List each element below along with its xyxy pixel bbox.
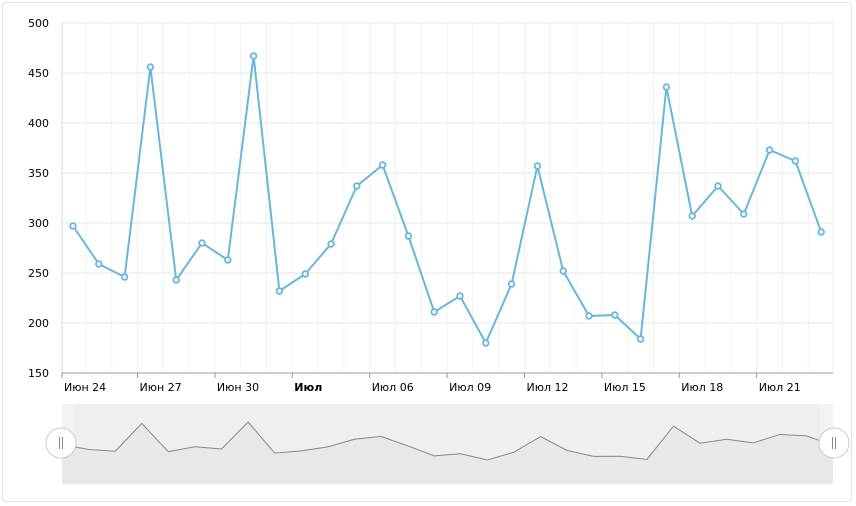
scroll-handle-circle[interactable] <box>818 427 850 459</box>
x-tick-label: Июл 09 <box>449 381 491 394</box>
data-point[interactable] <box>301 270 309 278</box>
x-tick-label: Июл 21 <box>759 381 801 394</box>
grid <box>62 22 834 374</box>
y-tick-label: 150 <box>28 367 49 380</box>
x-tick-label: Июл 06 <box>372 381 414 394</box>
y-tick-label: 450 <box>28 67 49 80</box>
data-point[interactable] <box>662 83 671 91</box>
data-point[interactable] <box>430 308 438 316</box>
data-point[interactable] <box>765 146 774 154</box>
x-tick-label: Июл 18 <box>681 381 723 394</box>
data-point[interactable] <box>482 339 490 347</box>
x-tick-label: Июн 24 <box>64 381 106 394</box>
data-point[interactable] <box>456 292 464 300</box>
data-point[interactable] <box>69 222 77 230</box>
y-axis: 150 200 250 300 350 400 450 500 <box>28 17 63 380</box>
data-point[interactable] <box>714 182 722 190</box>
data-point[interactable] <box>224 256 232 264</box>
data-point[interactable] <box>636 335 645 343</box>
x-tick-label: Июл <box>294 381 322 394</box>
data-point[interactable] <box>791 157 800 165</box>
y-tick-label: 300 <box>28 217 49 230</box>
scroll-handle-left[interactable] <box>45 427 77 459</box>
scroll-handle-right[interactable] <box>818 427 850 459</box>
data-point[interactable] <box>507 280 516 288</box>
y-tick-label: 400 <box>28 117 49 130</box>
line-chart: 150200250300350400450500 Июн 24 Июн 27 Июн… <box>28 17 850 484</box>
data-point[interactable] <box>533 162 542 170</box>
x-tick-label: Июл 12 <box>527 381 569 394</box>
data-point[interactable] <box>146 63 155 71</box>
data-point[interactable] <box>327 240 335 248</box>
data-point[interactable] <box>404 232 413 240</box>
y-tick-label: 500 <box>28 17 49 30</box>
data-point[interactable] <box>585 312 593 320</box>
x-tick-label: Июн 27 <box>140 381 182 394</box>
data-point[interactable] <box>817 228 825 236</box>
data-point[interactable] <box>120 273 129 281</box>
data-point[interactable] <box>559 267 567 275</box>
y-tick-label: 200 <box>28 317 49 330</box>
data-point[interactable] <box>249 52 258 60</box>
data-point[interactable] <box>688 212 696 220</box>
data-point[interactable] <box>95 260 103 268</box>
data-point[interactable] <box>275 287 284 295</box>
y-tick-label: 350 <box>28 167 49 180</box>
x-axis: Июн 24 Июн 27 Июн 30 Июл Июл 06 Июл 09 Июл 12 И… <box>61 372 833 394</box>
data-point[interactable] <box>740 210 748 218</box>
x-tick-label: Июл 15 <box>604 381 646 394</box>
data-point[interactable] <box>378 161 387 169</box>
data-point[interactable] <box>611 311 619 319</box>
y-tick-label: 250 <box>28 267 49 280</box>
data-point[interactable] <box>172 276 180 284</box>
scrollbar[interactable] <box>45 404 850 484</box>
scroll-handle-circle[interactable] <box>45 427 77 459</box>
data-point[interactable] <box>198 239 206 247</box>
data-point[interactable] <box>353 182 361 190</box>
x-tick-label: Июн 30 <box>217 381 259 394</box>
